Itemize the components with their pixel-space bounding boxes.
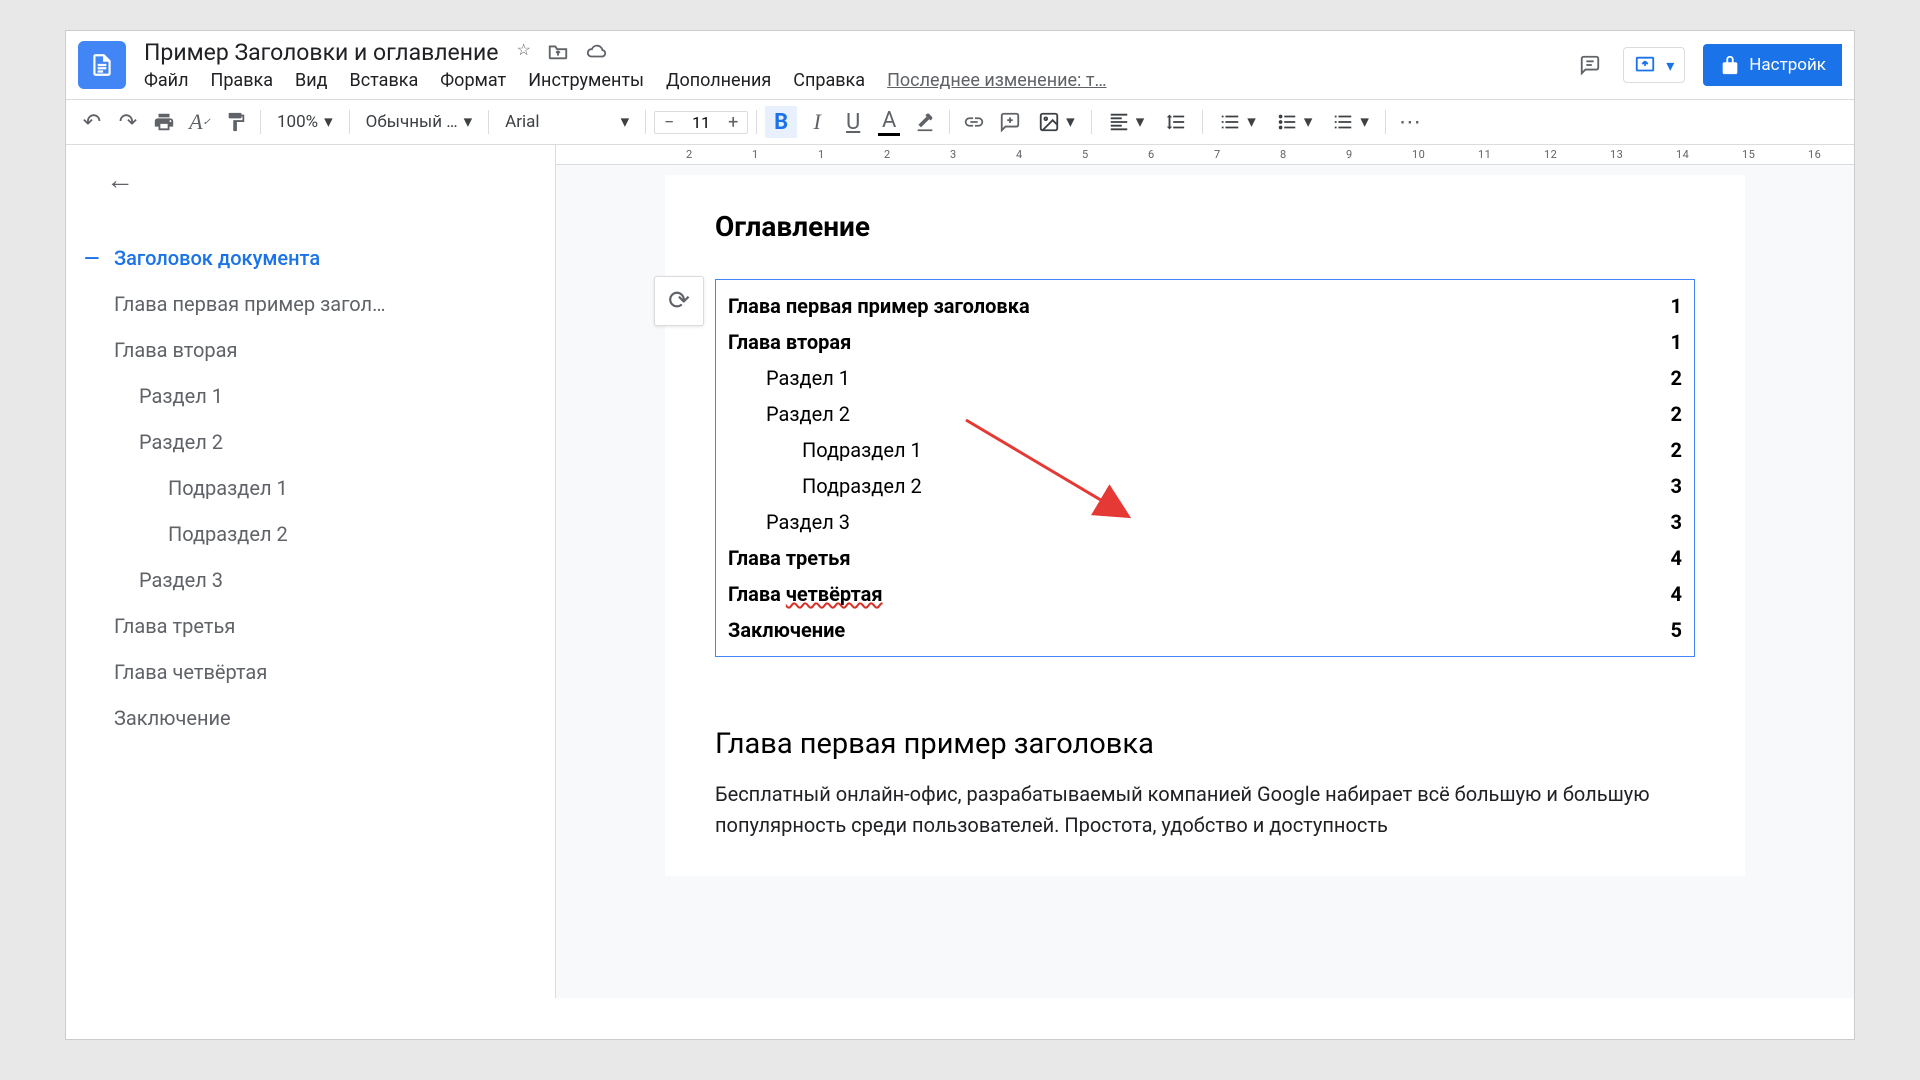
menu-edit[interactable]: Правка: [210, 70, 273, 91]
outline-item[interactable]: Подраздел 2: [84, 511, 514, 557]
text-color-button[interactable]: A: [873, 106, 905, 138]
caret-down-icon: ▾: [1666, 56, 1674, 75]
fontsize-input[interactable]: [683, 113, 719, 132]
image-dropdown[interactable]: ▾: [1030, 111, 1083, 133]
ruler-tick: 16: [1808, 148, 1821, 161]
ruler-tick: 8: [1280, 148, 1287, 161]
toc-row[interactable]: Заключение5: [728, 612, 1682, 648]
menu-format[interactable]: Формат: [440, 70, 506, 91]
style-dropdown[interactable]: Обычный … ▾: [358, 112, 481, 132]
ruler-tick: 4: [1016, 148, 1023, 161]
toc-row[interactable]: Глава первая пример заголовка1: [728, 288, 1682, 324]
outline-item[interactable]: Глава вторая: [84, 327, 514, 373]
outline-item[interactable]: Раздел 2: [84, 419, 514, 465]
toc-row[interactable]: Раздел 12: [728, 360, 1682, 396]
present-button[interactable]: ▾: [1623, 47, 1685, 83]
italic-button[interactable]: I: [801, 106, 833, 138]
refresh-toc-button[interactable]: ⟳: [654, 276, 704, 326]
outline-item[interactable]: Раздел 1: [84, 373, 514, 419]
body-paragraph: Бесплатный онлайн-офис, разрабатываемый …: [715, 779, 1695, 841]
settings-button-label: Настройк: [1749, 55, 1826, 75]
numbered-list-dropdown[interactable]: ▾: [1324, 111, 1377, 133]
spellcheck-icon[interactable]: A✓: [184, 106, 216, 138]
ruler-tick: 2: [884, 148, 891, 161]
font-size-control[interactable]: − +: [654, 111, 748, 134]
add-comment-icon[interactable]: [994, 106, 1026, 138]
menu-addons[interactable]: Дополнения: [666, 70, 771, 91]
outline-panel: ← Заголовок документаГлава первая пример…: [66, 145, 556, 998]
font-dropdown[interactable]: Arial ▾: [497, 112, 637, 132]
paint-format-icon[interactable]: [220, 106, 252, 138]
outline-item[interactable]: Заключение: [84, 695, 514, 741]
toc-row[interactable]: Подраздел 12: [728, 432, 1682, 468]
zoom-dropdown[interactable]: 100% ▾: [269, 112, 341, 132]
ruler-tick: 7: [1214, 148, 1221, 161]
page[interactable]: Оглавление ⟳ Глава первая пример заголов…: [665, 175, 1745, 876]
fontsize-plus[interactable]: +: [719, 112, 747, 133]
more-icon[interactable]: ⋯: [1394, 106, 1426, 138]
toc-title: Оглавление: [715, 210, 1695, 243]
outline-item[interactable]: Заголовок документа: [84, 235, 514, 281]
toc-row[interactable]: Глава третья4: [728, 540, 1682, 576]
line-spacing-dropdown[interactable]: [1156, 111, 1194, 133]
toc-row[interactable]: Раздел 22: [728, 396, 1682, 432]
undo-icon[interactable]: ↶: [76, 106, 108, 138]
docs-logo[interactable]: [78, 41, 126, 89]
outline-item[interactable]: Раздел 3: [84, 557, 514, 603]
heading-1: Глава первая пример заголовка: [715, 727, 1695, 761]
toc-row[interactable]: Раздел 33: [728, 504, 1682, 540]
settings-button[interactable]: Настройк: [1703, 44, 1842, 86]
star-icon[interactable]: ☆: [516, 40, 530, 66]
toc-row[interactable]: Глава четвёртая4: [728, 576, 1682, 612]
last-change-link[interactable]: Последнее изменение: т…: [887, 70, 1106, 91]
back-arrow-icon[interactable]: ←: [106, 163, 134, 196]
checklist-dropdown[interactable]: ▾: [1211, 111, 1264, 133]
menu-insert[interactable]: Вставка: [350, 70, 419, 91]
bold-button[interactable]: B: [765, 106, 797, 138]
outline-item[interactable]: Глава третья: [84, 603, 514, 649]
menu-file[interactable]: Файл: [144, 70, 188, 91]
ruler-tick: 2: [686, 148, 693, 161]
ruler-tick: 12: [1544, 148, 1557, 161]
outline-item[interactable]: Глава первая пример загол…: [84, 281, 514, 327]
ruler-tick: 11: [1478, 148, 1491, 161]
ruler[interactable]: 211234567891011121314151617: [556, 145, 1854, 165]
outline-item[interactable]: Глава четвёртая: [84, 649, 514, 695]
highlight-button[interactable]: [909, 106, 941, 138]
toc-box[interactable]: ⟳ Глава первая пример заголовка1Глава вт…: [715, 279, 1695, 657]
ruler-tick: 1: [818, 148, 825, 161]
document-title[interactable]: Пример Заголовки и оглавление: [144, 39, 498, 66]
comments-icon[interactable]: [1575, 50, 1605, 80]
link-icon[interactable]: [958, 106, 990, 138]
menu-tools[interactable]: Инструменты: [528, 70, 644, 91]
ruler-tick: 6: [1148, 148, 1155, 161]
print-icon[interactable]: [148, 106, 180, 138]
ruler-tick: 13: [1610, 148, 1623, 161]
ruler-tick: 9: [1346, 148, 1353, 161]
outline-item[interactable]: Подраздел 1: [84, 465, 514, 511]
ruler-tick: 10: [1412, 148, 1425, 161]
redo-icon[interactable]: ↷: [112, 106, 144, 138]
menubar: Файл Правка Вид Вставка Формат Инструмен…: [144, 70, 1575, 91]
toc-row[interactable]: Глава вторая1: [728, 324, 1682, 360]
ruler-tick: 3: [950, 148, 957, 161]
toc-row[interactable]: Подраздел 23: [728, 468, 1682, 504]
fontsize-minus[interactable]: −: [655, 112, 683, 133]
menu-view[interactable]: Вид: [295, 70, 327, 91]
ruler-tick: 14: [1676, 148, 1689, 161]
bullet-list-dropdown[interactable]: ▾: [1268, 111, 1321, 133]
menu-help[interactable]: Справка: [793, 70, 865, 91]
align-dropdown[interactable]: ▾: [1100, 111, 1153, 133]
cloud-saved-icon[interactable]: [585, 40, 607, 66]
ruler-tick: 15: [1742, 148, 1755, 161]
toolbar: ↶ ↷ A✓ 100% ▾ Обычный … ▾ Arial ▾ − + B …: [66, 99, 1854, 145]
ruler-tick: 1: [752, 148, 759, 161]
move-icon[interactable]: [547, 40, 569, 66]
ruler-tick: 5: [1082, 148, 1089, 161]
underline-button[interactable]: U: [837, 106, 869, 138]
